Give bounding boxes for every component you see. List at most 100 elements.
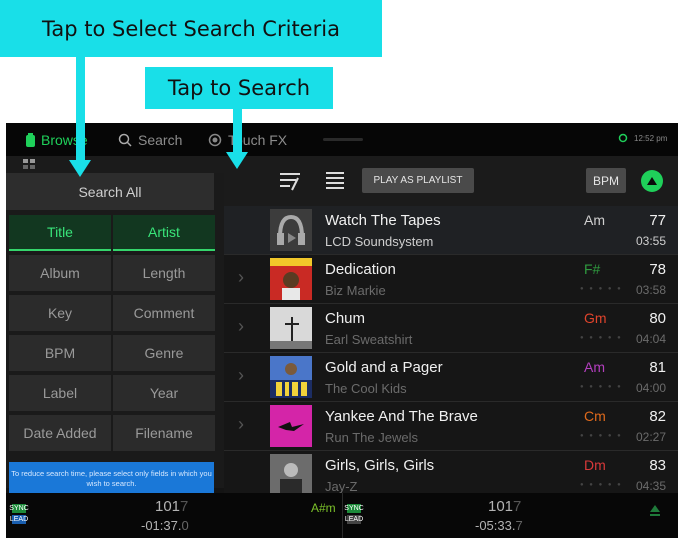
track-title: Watch The Tapes bbox=[325, 212, 441, 229]
track-key: Gm bbox=[584, 310, 607, 326]
deck-key: A#m bbox=[311, 501, 336, 515]
track-bpm: 82 bbox=[649, 408, 666, 425]
album-art bbox=[270, 307, 312, 349]
search-hint: To reduce search time, please select onl… bbox=[9, 462, 214, 495]
criteria-date-added[interactable]: Date Added bbox=[9, 415, 111, 451]
track-title: Gold and a Pager bbox=[325, 359, 443, 376]
status-area: 12:52 pm bbox=[618, 133, 667, 143]
track-length: 02:27 bbox=[635, 430, 666, 444]
track-artist: Jay-Z bbox=[325, 479, 358, 494]
top-bar: Browse Search Touch FX 12:52 pm bbox=[6, 123, 678, 156]
list-item[interactable]: › Chum Earl Sweatshirt Gm ● ● ● ● ● 80 0… bbox=[224, 304, 678, 353]
album-art bbox=[270, 209, 312, 251]
scroll-up-button[interactable] bbox=[641, 170, 663, 192]
list-item[interactable]: Girls, Girls, Girls Jay-Z Dm ● ● ● ● ● 8… bbox=[224, 451, 678, 499]
deck-left: SYNC LEAD 1017 -01:37.0 A#m bbox=[6, 493, 343, 538]
deck-bpm: 1017 bbox=[488, 498, 522, 515]
criteria-length[interactable]: Length bbox=[113, 255, 215, 291]
track-key: Am bbox=[584, 212, 605, 228]
bpm-sort-button[interactable]: BPM bbox=[586, 168, 626, 193]
device-screen: Browse Search Touch FX 12:52 pm PLAY AS … bbox=[6, 123, 678, 538]
clock: 12:52 pm bbox=[634, 133, 668, 143]
chevron-right-icon: › bbox=[238, 414, 244, 434]
track-length: 03:58 bbox=[635, 283, 666, 297]
album-art bbox=[270, 258, 312, 300]
criteria-key[interactable]: Key bbox=[9, 295, 111, 331]
track-title: Dedication bbox=[325, 261, 396, 278]
track-key: Am bbox=[584, 359, 605, 375]
criteria-label[interactable]: Label bbox=[9, 375, 111, 411]
chevron-up-icon bbox=[647, 177, 657, 185]
grid-icon[interactable] bbox=[22, 158, 36, 170]
track-bpm: 77 bbox=[649, 212, 666, 229]
track-bpm: 83 bbox=[649, 457, 666, 474]
criteria-filename[interactable]: Filename bbox=[113, 415, 215, 451]
search-label: Search bbox=[138, 132, 183, 148]
rating-stars: ● ● ● ● ● bbox=[580, 286, 623, 292]
criteria-genre[interactable]: Genre bbox=[113, 335, 215, 371]
criteria-bpm[interactable]: BPM bbox=[9, 335, 111, 371]
arrow-criteria-shaft bbox=[76, 57, 85, 161]
lead-badge[interactable]: LEAD bbox=[10, 515, 28, 524]
touchfx-icon bbox=[208, 133, 222, 147]
search-icon bbox=[118, 133, 132, 147]
track-artist: Earl Sweatshirt bbox=[325, 332, 413, 347]
callout-select-criteria: Tap to Select Search Criteria bbox=[0, 0, 382, 57]
track-title: Chum bbox=[325, 310, 366, 327]
search-tab[interactable]: Search bbox=[118, 132, 182, 148]
criteria-comment[interactable]: Comment bbox=[113, 295, 215, 331]
track-title: Girls, Girls, Girls bbox=[325, 457, 435, 474]
wifi-icon bbox=[618, 133, 628, 143]
prepare-list-icon[interactable] bbox=[278, 170, 302, 192]
album-art bbox=[270, 405, 312, 447]
chevron-right-icon: › bbox=[238, 316, 244, 336]
list-item[interactable]: › Yankee And The Brave Run The Jewels Cm… bbox=[224, 402, 678, 451]
callout-search-text: Tap to Search bbox=[167, 76, 311, 100]
sync-badge[interactable]: SYNC bbox=[344, 504, 364, 513]
album-art bbox=[270, 356, 312, 398]
criteria-album[interactable]: Album bbox=[9, 255, 111, 291]
track-bpm: 78 bbox=[649, 261, 666, 278]
top-progress bbox=[323, 138, 363, 141]
track-key: Cm bbox=[584, 408, 606, 424]
sync-badge[interactable]: SYNC bbox=[9, 504, 29, 513]
criteria-artist[interactable]: Artist bbox=[113, 215, 215, 251]
play-as-playlist-button[interactable]: PLAY AS PLAYLIST bbox=[362, 168, 474, 193]
criteria-title[interactable]: Title bbox=[9, 215, 111, 251]
track-bpm: 81 bbox=[649, 359, 666, 376]
list-item[interactable]: › Gold and a Pager The Cool Kids Am ● ● … bbox=[224, 353, 678, 402]
deck-time: -05:33.7 bbox=[475, 518, 523, 533]
track-bpm: 80 bbox=[649, 310, 666, 327]
track-artist: LCD Soundsystem bbox=[325, 234, 434, 249]
deck-right: SYNC LEAD 1017 -05:33.7 bbox=[343, 493, 678, 538]
track-artist: Run The Jewels bbox=[325, 430, 418, 445]
chevron-right-icon: › bbox=[238, 267, 244, 287]
rating-stars: ● ● ● ● ● bbox=[580, 384, 623, 390]
list-item[interactable]: Watch The Tapes LCD Soundsystem Am 77 03… bbox=[224, 206, 678, 255]
deck-time: -01:37.0 bbox=[141, 518, 189, 533]
list-view-icon[interactable] bbox=[324, 170, 346, 192]
list-item[interactable]: › Dedication Biz Markie F# ● ● ● ● ● 78 … bbox=[224, 255, 678, 304]
track-key: F# bbox=[584, 261, 601, 277]
track-list: Watch The Tapes LCD Soundsystem Am 77 03… bbox=[224, 206, 678, 499]
track-length: 04:35 bbox=[635, 479, 666, 493]
rating-stars: ● ● ● ● ● bbox=[580, 482, 623, 488]
eject-icon[interactable] bbox=[649, 503, 661, 517]
album-art bbox=[270, 454, 312, 496]
arrow-search-head bbox=[226, 152, 248, 169]
lead-badge[interactable]: LEAD bbox=[345, 515, 363, 524]
search-all-button[interactable]: Search All bbox=[6, 173, 214, 210]
deck-bar: SYNC LEAD 1017 -01:37.0 A#m SYNC LEAD 10… bbox=[6, 493, 678, 538]
criteria-year[interactable]: Year bbox=[113, 375, 215, 411]
callout-select-criteria-text: Tap to Select Search Criteria bbox=[42, 16, 340, 41]
rating-stars: ● ● ● ● ● bbox=[580, 335, 623, 341]
arrow-search-shaft bbox=[233, 109, 242, 153]
rating-stars: ● ● ● ● ● bbox=[580, 433, 623, 439]
track-length: 04:00 bbox=[635, 381, 666, 395]
touchfx-tab[interactable]: Touch FX bbox=[208, 132, 287, 148]
track-length: 03:55 bbox=[635, 234, 666, 248]
track-artist: The Cool Kids bbox=[325, 381, 407, 396]
browse-icon bbox=[26, 133, 35, 147]
track-key: Dm bbox=[584, 457, 606, 473]
track-title: Yankee And The Brave bbox=[325, 408, 478, 425]
